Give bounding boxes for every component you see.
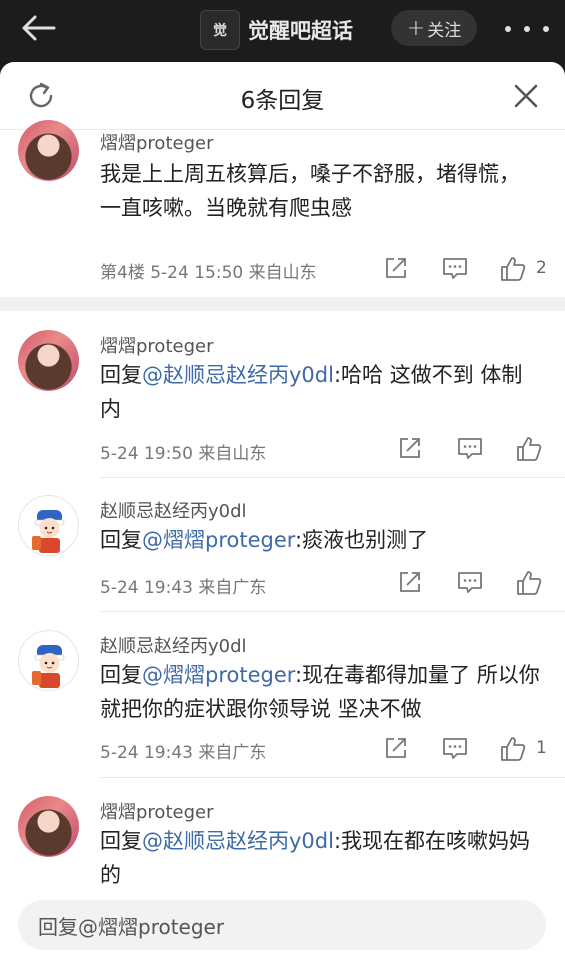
top-bar: 觉 觉醒吧超话 + 关注 [0, 0, 565, 62]
plus-icon: + [406, 15, 426, 41]
cartoon-avatar-icon [32, 645, 65, 688]
comment-text: 回复@熠熠proteger:现在毒都得加量了 所以你就把你的症状跟你领导说 坚决… [100, 658, 540, 726]
share-icon [400, 438, 420, 458]
comment-meta: 5-24 19:43 来自广东 [100, 743, 267, 763]
thumbs-up-icon [501, 257, 526, 281]
reply-prefix: 回复 [100, 663, 142, 687]
username[interactable]: 熠熠proteger [100, 332, 213, 358]
more-dot-icon [543, 26, 549, 32]
comment-actions: 1 [380, 736, 560, 764]
cartoon-avatar-icon [32, 510, 65, 553]
reply-body: :痰液也别测了 [295, 528, 429, 552]
comment-text: 回复@熠熠proteger:痰液也别测了 [100, 523, 540, 557]
back-arrow-icon [22, 15, 56, 41]
comment-button[interactable] [457, 570, 483, 598]
share-icon [386, 258, 406, 278]
comment-divider [100, 611, 565, 612]
mention-link[interactable]: @熠熠proteger [142, 663, 295, 687]
thumbs-up-icon [517, 571, 542, 595]
like-button[interactable] [516, 436, 542, 464]
comment-item: 熠熠proteger 我是上上周五核算后，嗓子不舒服，堵得慌，一直咳嗽。当晚就有… [0, 120, 565, 300]
comment-text: 回复@赵顺忌赵经丙y0dl:哈哈 这做不到 体制内 [100, 358, 540, 426]
comment-meta: 5-24 19:43 来自广东 [100, 578, 267, 598]
replies-sheet: 6条回复 熠熠proteger 我是上上周五核算后，嗓子不舒服，堵得慌，一直咳嗽… [0, 62, 565, 960]
mention-link[interactable]: @熠熠proteger [142, 528, 295, 552]
like-button[interactable] [500, 256, 526, 284]
comment-button[interactable] [457, 436, 483, 464]
comment-item: 熠熠proteger 回复@赵顺忌赵经丙y0dl:我现在都在咳嗽妈妈的 [0, 788, 565, 898]
like-button[interactable] [500, 736, 526, 764]
more-dot-icon [505, 26, 511, 32]
username[interactable]: 熠熠proteger [100, 798, 213, 824]
topic-logo[interactable]: 觉 [200, 10, 240, 50]
username[interactable]: 赵顺忌赵经丙y0dl [100, 497, 247, 523]
share-button[interactable] [384, 256, 408, 284]
share-button[interactable] [398, 570, 422, 598]
comment-text: 我是上上周五核算后，嗓子不舒服，堵得慌，一直咳嗽。当晚就有爬虫感 [100, 162, 520, 220]
comment-item: 熠熠proteger 回复@赵顺忌赵经丙y0dl:哈哈 这做不到 体制内 5-2… [0, 322, 565, 472]
comment-actions [380, 570, 560, 598]
reply-input-placeholder: 回复@熠熠proteger [38, 914, 225, 939]
follow-label: 关注 [427, 20, 462, 41]
like-button[interactable] [516, 570, 542, 598]
avatar[interactable] [18, 796, 79, 857]
share-button[interactable] [384, 736, 408, 764]
comment-divider [100, 777, 565, 778]
comment-item: 赵顺忌赵经丙y0dl 回复@熠熠proteger:现在毒都得加量了 所以你就把你… [0, 622, 565, 782]
reply-prefix: 回复 [100, 528, 142, 552]
comment-icon [443, 738, 467, 759]
comment-button[interactable] [442, 256, 468, 284]
avatar[interactable] [18, 330, 79, 391]
sheet-title: 6条回复 [240, 88, 325, 114]
comment-meta: 第4楼 5-24 15:50 来自山东 [100, 263, 317, 283]
thumbs-up-icon [517, 437, 542, 461]
more-button[interactable] [505, 14, 549, 44]
share-button[interactable] [398, 436, 422, 464]
back-button[interactable] [20, 14, 56, 42]
comment-text: 回复@赵顺忌赵经丙y0dl:我现在都在咳嗽妈妈的 [100, 824, 540, 892]
reply-prefix: 回复 [100, 363, 142, 387]
mention-link[interactable]: @赵顺忌赵经丙y0dl [142, 363, 334, 387]
avatar[interactable] [18, 120, 79, 181]
comment-meta: 5-24 19:50 来自山东 [100, 444, 267, 464]
reply-prefix: 回复 [100, 829, 142, 853]
close-button[interactable] [512, 82, 540, 110]
topic-title[interactable]: 觉醒吧超话 [248, 15, 353, 45]
avatar[interactable] [18, 495, 79, 556]
reply-input[interactable]: 回复@熠熠proteger [18, 900, 546, 950]
like-count: 2 [536, 258, 547, 278]
thumbs-up-icon [501, 737, 526, 761]
like-count: 1 [536, 738, 547, 758]
comment-icon [458, 438, 482, 459]
follow-button[interactable]: + 关注 [391, 10, 477, 46]
comment-icon [443, 258, 467, 279]
avatar[interactable] [18, 630, 79, 691]
username[interactable]: 赵顺忌赵经丙y0dl [100, 632, 247, 658]
mention-link[interactable]: @赵顺忌赵经丙y0dl [142, 829, 334, 853]
comment-actions [380, 436, 560, 464]
close-icon [514, 84, 538, 108]
comment-divider [100, 477, 565, 478]
comment-icon [458, 572, 482, 593]
comment-button[interactable] [442, 736, 468, 764]
username[interactable]: 熠熠proteger [100, 129, 213, 155]
comment-actions: 2 [380, 256, 560, 284]
more-dot-icon [524, 26, 530, 32]
share-icon [386, 738, 406, 758]
section-divider [0, 297, 565, 311]
share-icon [400, 572, 420, 592]
sheet-header: 6条回复 [0, 62, 565, 130]
